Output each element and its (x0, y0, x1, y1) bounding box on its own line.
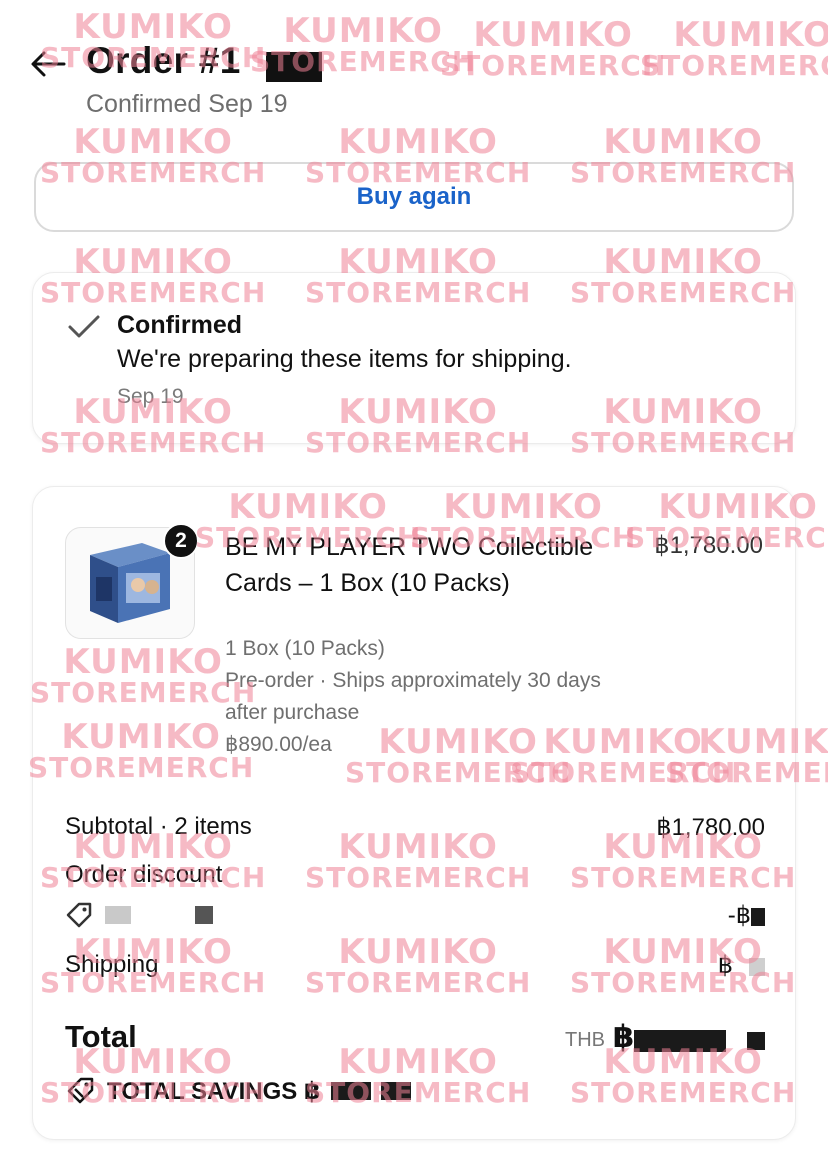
buy-again-button[interactable]: Buy again (34, 162, 794, 232)
total-savings-row: TOTAL SAVINGS ฿ (65, 1075, 765, 1107)
redacted-savings-decimals (380, 1082, 411, 1100)
total-value: ฿ (612, 1019, 635, 1054)
subtotal-label: Subtotal · 2 items (65, 813, 252, 840)
redacted-total-amount (634, 1029, 727, 1052)
arrow-left-icon (31, 51, 66, 77)
product-variant: 1 Box (10 Packs) (225, 637, 385, 660)
redacted-shipping-amount (749, 957, 765, 976)
redacted-discount-code-end (195, 906, 213, 924)
status-title: Confirmed (117, 311, 242, 339)
shipping-value: ฿ (717, 952, 733, 979)
subtotal-value: ฿1,780.00 (656, 814, 765, 841)
check-icon (68, 315, 100, 338)
redacted-total-decimals (747, 1031, 765, 1050)
order-page: Order #1 Confirmed Sep 19 Buy again Conf… (0, 0, 828, 1159)
product-box-image (90, 543, 170, 623)
redacted-discount-amount (751, 907, 765, 926)
back-button[interactable] (30, 44, 70, 84)
redacted-savings-amount (330, 1082, 371, 1100)
quantity-badge: 2 (163, 523, 199, 559)
redacted-discount-code (105, 906, 131, 924)
discount-label: Order discount (65, 861, 223, 888)
order-header: Order #1 Confirmed Sep 19 (30, 36, 790, 126)
status-date: Sep 19 (117, 385, 184, 408)
product-price: ฿1,780.00 (654, 532, 763, 559)
tag-icon (66, 902, 92, 928)
preorder-note: Pre-order · Ships approximately 30 days … (225, 669, 601, 724)
redacted-order-number (266, 52, 322, 82)
unit-price: ฿890.00/ea (225, 733, 332, 756)
total-label: Total (65, 1019, 137, 1054)
status-card: Confirmed We're preparing these items fo… (32, 272, 796, 444)
product-title[interactable]: BE MY PLAYER TWO Collectible Cards – 1 B… (225, 529, 615, 601)
discount-value: -฿ (727, 902, 751, 929)
order-subtitle: Confirmed Sep 19 (86, 90, 288, 118)
shipping-label: Shipping (65, 951, 159, 978)
order-summary-card: 2 BE MY PLAYER TWO Collectible Cards – 1… (32, 486, 796, 1140)
total-currency: THB (565, 1029, 605, 1051)
savings-tag-icon (67, 1077, 94, 1104)
order-title: Order #1 (86, 40, 241, 81)
status-text: We're preparing these items for shipping… (117, 345, 572, 373)
total-savings-label: TOTAL SAVINGS ฿ (107, 1077, 321, 1105)
